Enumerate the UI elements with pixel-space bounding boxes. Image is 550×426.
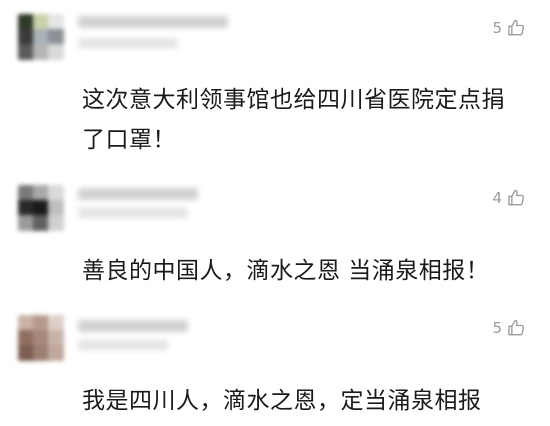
avatar-mosaic-tile bbox=[48, 215, 64, 231]
avatar-mosaic-tile bbox=[18, 345, 34, 361]
avatar-mosaic-tile bbox=[18, 185, 34, 201]
avatar-mosaic-tile bbox=[18, 315, 34, 331]
avatar-mosaic-tile bbox=[48, 345, 64, 361]
like-count: 4 bbox=[492, 189, 502, 207]
comment-text: 这次意大利领事馆也给四川省医院定点捐了口罩！ bbox=[82, 87, 505, 153]
avatar-mosaic-tile bbox=[48, 185, 64, 201]
avatar-mosaic-tile bbox=[48, 29, 64, 45]
comment-text: 我是四川人，滴水之恩，定当涌泉相报 bbox=[82, 388, 482, 414]
avatar-mosaic-tile bbox=[18, 29, 34, 45]
avatar-mosaic-tile bbox=[48, 315, 64, 331]
username-blurred bbox=[78, 38, 178, 48]
avatar-mosaic-tile bbox=[33, 44, 49, 60]
username-blurred bbox=[78, 340, 168, 350]
like-count: 5 bbox=[492, 19, 502, 37]
like-button[interactable]: 5 bbox=[492, 18, 526, 38]
thumbs-up-icon bbox=[508, 319, 525, 336]
avatar[interactable] bbox=[18, 185, 64, 231]
avatar-mosaic-tile bbox=[33, 330, 49, 346]
avatar-mosaic-tile bbox=[18, 14, 34, 30]
avatar-mosaic-tile bbox=[48, 14, 64, 30]
username-blurred bbox=[78, 188, 198, 200]
like-button[interactable]: 5 bbox=[492, 318, 526, 338]
avatar[interactable] bbox=[18, 315, 64, 361]
avatar-mosaic-tile bbox=[33, 315, 49, 331]
avatar-mosaic-tile bbox=[33, 215, 49, 231]
avatar-mosaic-tile bbox=[33, 345, 49, 361]
avatar-mosaic-tile bbox=[18, 215, 34, 231]
username-blurred bbox=[78, 16, 228, 28]
avatar-mosaic-tile bbox=[48, 330, 64, 346]
thumbs-up-icon bbox=[508, 19, 525, 36]
avatar-mosaic-tile bbox=[48, 44, 64, 60]
avatar-mosaic-tile bbox=[18, 44, 34, 60]
avatar-mosaic-tile bbox=[18, 200, 34, 216]
avatar-mosaic-tile bbox=[33, 185, 49, 201]
avatar-mosaic-tile bbox=[33, 14, 49, 30]
avatar-mosaic-tile bbox=[33, 200, 49, 216]
avatar-mosaic-tile bbox=[18, 330, 34, 346]
avatar[interactable] bbox=[18, 14, 64, 60]
comment-text: 善良的中国人，滴水之恩 当涌泉相报！ bbox=[82, 258, 490, 284]
username-blurred bbox=[78, 320, 188, 332]
avatar-mosaic-tile bbox=[48, 200, 64, 216]
thumbs-up-icon bbox=[508, 189, 525, 206]
like-button[interactable]: 4 bbox=[492, 188, 526, 208]
like-count: 5 bbox=[492, 319, 502, 337]
username-blurred bbox=[78, 208, 188, 218]
avatar-mosaic-tile bbox=[33, 29, 49, 45]
